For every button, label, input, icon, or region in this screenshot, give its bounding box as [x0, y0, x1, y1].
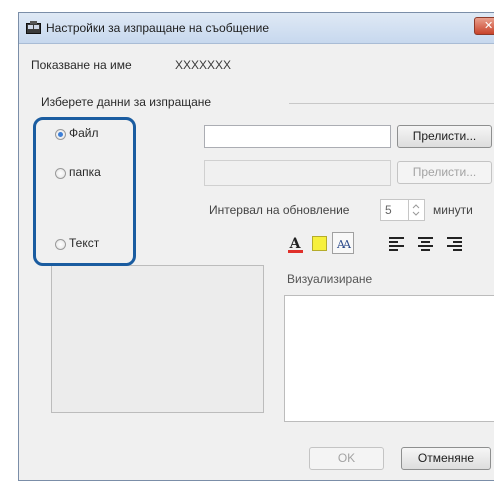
- font-size-button[interactable]: AA: [332, 232, 354, 254]
- preview-pane: [284, 295, 494, 422]
- fill-color-icon: [312, 236, 327, 251]
- align-center-button[interactable]: [415, 232, 437, 254]
- message-text-area[interactable]: [51, 265, 264, 413]
- title-bar: Настройки за изпращане на съобщение ✕: [19, 13, 494, 44]
- browse-file-button[interactable]: Прелисти...: [397, 125, 492, 148]
- text-color-button[interactable]: A: [284, 232, 306, 254]
- display-name-label: Показване на име: [31, 58, 132, 72]
- app-icon: [26, 21, 41, 34]
- cancel-button[interactable]: Отменяне: [401, 447, 491, 470]
- stepper-divider: [408, 200, 409, 220]
- interval-value: 5: [385, 203, 392, 217]
- ok-button[interactable]: OK: [309, 447, 384, 470]
- group-divider: [289, 103, 494, 104]
- interval-label: Интервал на обновление: [209, 203, 350, 217]
- display-name-value: XXXXXXX: [175, 58, 232, 72]
- radio-group-highlight: [33, 117, 136, 266]
- align-right-icon: [447, 237, 462, 251]
- align-left-icon: [389, 237, 404, 251]
- stepper-arrows-icon[interactable]: [411, 202, 421, 218]
- close-button[interactable]: ✕: [474, 17, 494, 35]
- fill-color-button[interactable]: [308, 232, 330, 254]
- preview-label: Визуализиране: [287, 272, 373, 286]
- font-size-icon: AA: [337, 238, 351, 251]
- interval-stepper[interactable]: 5: [380, 199, 425, 221]
- browse-folder-button[interactable]: Прелисти...: [397, 161, 492, 184]
- folder-path-input[interactable]: [204, 160, 391, 186]
- interval-unit: минути: [433, 203, 473, 217]
- group-label: Изберете данни за изпращане: [41, 95, 212, 109]
- align-left-button[interactable]: [386, 232, 408, 254]
- file-path-input[interactable]: [204, 125, 391, 148]
- window-title: Настройки за изпращане на съобщение: [46, 21, 270, 35]
- text-color-swatch: [288, 250, 303, 253]
- close-icon: ✕: [484, 20, 494, 32]
- align-center-icon: [418, 237, 433, 251]
- align-right-button[interactable]: [444, 232, 466, 254]
